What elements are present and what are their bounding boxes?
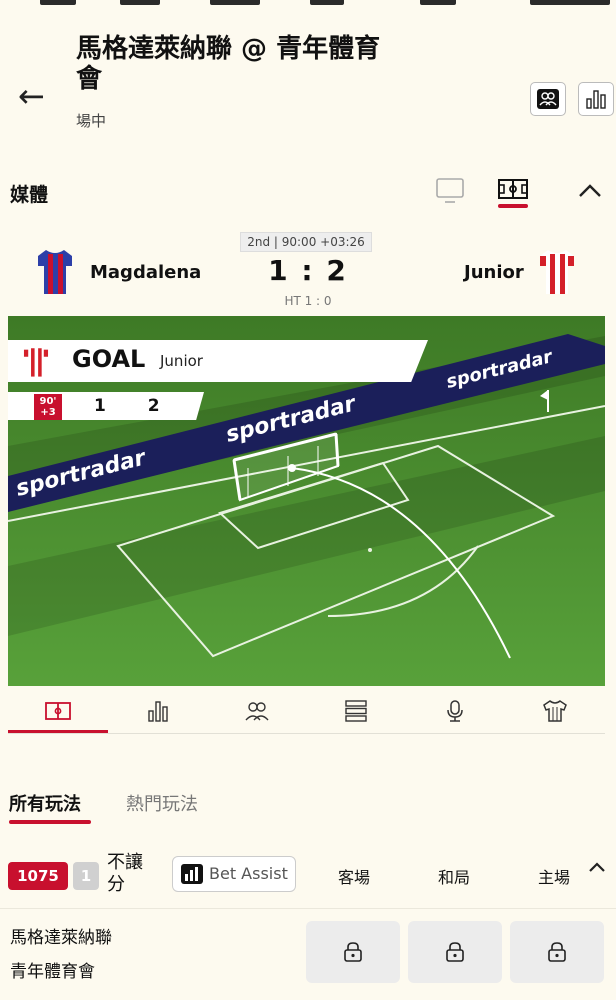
bet-assist-label: Bet Assist (209, 864, 288, 883)
lineups-button[interactable] (530, 82, 566, 116)
header: ← 馬格達萊納聯 @ 青年體育會 場中 (0, 8, 616, 160)
tv-icon[interactable] (436, 178, 464, 204)
market-header: 1075 1 不讓分 Bet Assist 客場 和局 主場 (0, 846, 616, 906)
match-clock: 2nd | 90:00 +03:26 (240, 232, 372, 252)
microphone-icon (447, 700, 463, 722)
lock-icon (344, 942, 362, 962)
pitch-tracker[interactable]: sportradar sportradar sportradar GOAL Ju… (8, 316, 605, 686)
market-tabs: 所有玩法 熱門玩法 (0, 776, 616, 826)
banner-score: 1 2 (94, 396, 160, 416)
lock-icon (548, 942, 566, 962)
away-jersey-icon (540, 250, 574, 294)
bar-chart-icon (586, 90, 606, 109)
market-count-badge: 1075 (8, 862, 68, 890)
team-icon (537, 89, 559, 109)
shirt-icon (543, 700, 567, 722)
active-media-indicator (498, 204, 528, 208)
halftime-score: HT 1 : 0 (284, 294, 332, 308)
odds-home-button[interactable] (510, 921, 604, 983)
market-sub-count-badge: 1 (73, 862, 99, 890)
away-team-name: Junior (464, 262, 524, 283)
row-team-2: 青年體育會 (10, 962, 95, 982)
col-home: 主場 (538, 868, 571, 887)
col-away: 客場 (338, 868, 371, 887)
tab-all-markets[interactable]: 所有玩法 (9, 790, 81, 816)
goal-label: GOAL (72, 345, 146, 373)
home-team-name: Magdalena (90, 262, 202, 283)
market-row: 馬格達萊納聯 青年體育會 (0, 908, 616, 1000)
media-label: 媒體 (10, 184, 49, 206)
goal-team: Junior (160, 352, 203, 370)
tab-kits[interactable] (535, 696, 575, 726)
bet-assist-icon (181, 864, 203, 884)
team-icon (245, 702, 269, 721)
tab-lineups[interactable] (237, 696, 277, 726)
tab-popular-markets[interactable]: 熱門玩法 (126, 790, 198, 816)
media-bar: 媒體 (0, 166, 616, 220)
stats-button[interactable] (578, 82, 614, 116)
active-tab-indicator (8, 730, 108, 733)
goal-banner (8, 340, 428, 382)
list-icon (345, 700, 367, 722)
match-score: 1 : 2 (268, 254, 348, 287)
odds-away-button[interactable] (306, 921, 400, 983)
back-arrow-icon[interactable]: ← (18, 80, 45, 112)
col-draw: 和局 (438, 868, 471, 887)
market-name: 不讓分 (107, 852, 143, 895)
lock-icon (446, 942, 464, 962)
scoring-team-jersey-icon (23, 345, 49, 377)
active-market-tab-indicator (9, 820, 91, 824)
pitch-icon (45, 702, 71, 720)
chevron-up-icon[interactable] (578, 182, 602, 198)
odds-draw-button[interactable] (408, 921, 502, 983)
pitch-tracker-icon[interactable] (498, 178, 528, 202)
bar-chart-icon (148, 701, 168, 722)
home-jersey-icon (38, 250, 72, 294)
tab-commentary[interactable] (435, 696, 475, 726)
scoreboard: 2nd | 90:00 +03:26 Magdalena 1 : 2 HT 1 … (0, 224, 616, 316)
tracker-tabs (8, 686, 605, 734)
bet-assist-button[interactable]: Bet Assist (172, 856, 296, 892)
live-status: 場中 (76, 112, 107, 130)
status-bar (0, 0, 616, 8)
chevron-up-icon[interactable] (588, 860, 606, 874)
row-team-1: 馬格達萊納聯 (10, 928, 112, 948)
ball-marker (288, 464, 296, 472)
tab-stats[interactable] (138, 696, 178, 726)
minute-badge: 90' +3 (34, 394, 62, 420)
page-title: 馬格達萊納聯 @ 青年體育會 (76, 34, 381, 94)
tab-pitch[interactable] (38, 696, 78, 726)
tab-table[interactable] (336, 696, 376, 726)
